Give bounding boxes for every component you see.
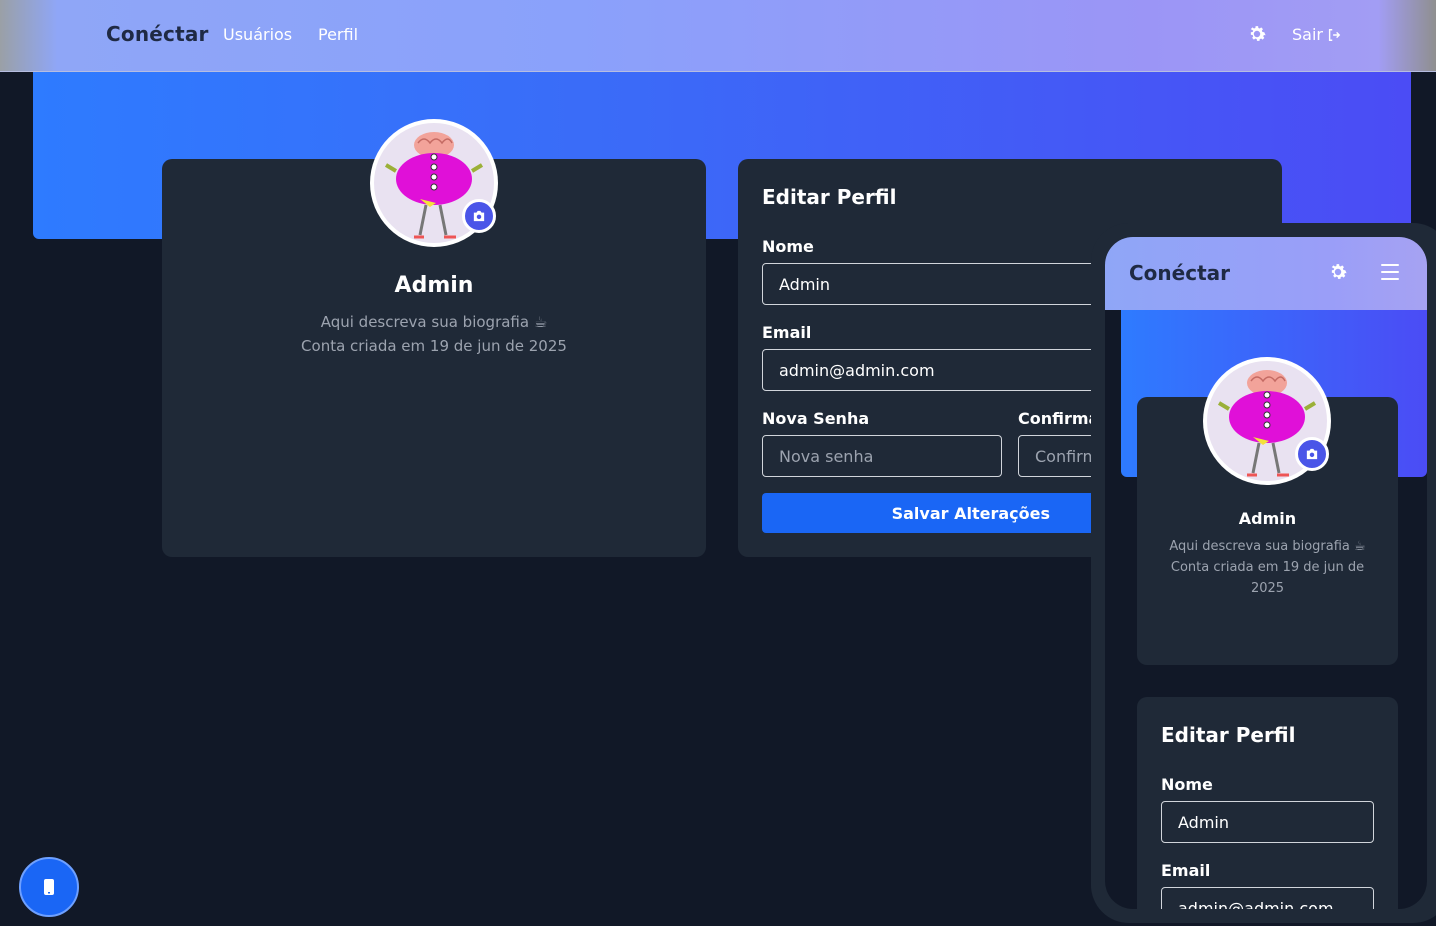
mobile-profile-card: Admin Aqui descreva sua biografia ☕ Cont… [1137, 357, 1398, 665]
edit-profile-title: Editar Perfil [762, 185, 897, 209]
mobile-change-avatar-button[interactable] [1295, 437, 1329, 471]
profile-created-date: Conta criada em 19 de jun de 2025 [301, 337, 567, 355]
new-password-label: Nova Senha [762, 409, 870, 428]
camera-icon [473, 210, 485, 222]
logout-label: Sair [1292, 25, 1323, 44]
phone-icon [44, 879, 54, 895]
mobile-navbar: Conéctar [1105, 237, 1427, 310]
mobile-preview-screen: Conéctar Admin Aqui descreva sua biograf… [1105, 237, 1427, 909]
name-label: Nome [762, 237, 814, 256]
nav-link-perfil[interactable]: Perfil [318, 25, 358, 44]
mobile-avatar [1203, 357, 1331, 485]
profile-name: Admin [394, 273, 474, 298]
mobile-profile-name: Admin [1238, 509, 1297, 528]
mobile-edit-title: Editar Perfil [1161, 723, 1296, 747]
mobile-email-label: Email [1161, 861, 1211, 880]
navbar: Conéctar Usuários Perfil Sair [0, 0, 1436, 72]
hamburger-icon[interactable] [1381, 264, 1399, 280]
logout-icon [1328, 28, 1341, 41]
change-avatar-button[interactable] [462, 199, 496, 233]
mobile-created-line1: Conta criada em 19 de jun de [1170, 560, 1365, 575]
profile-card: Admin Aqui descreva sua biografia ☕ Cont… [162, 119, 706, 557]
nav-link-usuarios[interactable]: Usuários [223, 25, 292, 44]
brand-logo[interactable]: Conéctar [106, 22, 209, 46]
gear-icon[interactable] [1246, 23, 1268, 45]
mobile-name-input[interactable] [1161, 801, 1374, 843]
new-password-input[interactable] [762, 435, 1002, 477]
mobile-profile-bio: Aqui descreva sua biografia ☕ [1169, 539, 1366, 554]
mobile-name-label: Nome [1161, 775, 1213, 794]
camera-icon [1306, 448, 1318, 460]
logout-button[interactable]: Sair [1292, 25, 1341, 44]
gear-icon[interactable] [1327, 261, 1349, 283]
mobile-edit-profile-card: Editar Perfil Nome Email [1137, 697, 1398, 909]
mobile-email-input[interactable] [1161, 887, 1374, 909]
mobile-created-line2: 2025 [1250, 581, 1285, 596]
mobile-brand-logo[interactable]: Conéctar [1129, 261, 1230, 285]
profile-bio: Aqui descreva sua biografia ☕ [320, 313, 548, 331]
email-label: Email [762, 323, 812, 342]
toggle-mobile-preview-button[interactable] [19, 857, 79, 917]
avatar [370, 119, 498, 247]
mobile-preview-frame: Conéctar Admin Aqui descreva sua biograf… [1091, 223, 1436, 923]
